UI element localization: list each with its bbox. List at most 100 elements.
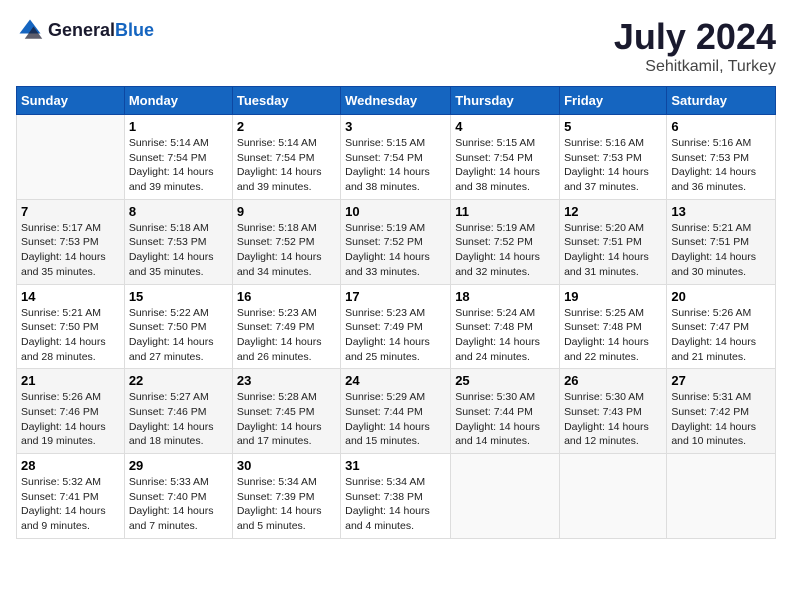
day-number: 3 xyxy=(345,119,446,134)
day-info: Sunrise: 5:29 AMSunset: 7:44 PMDaylight:… xyxy=(345,390,446,449)
day-cell: 7 Sunrise: 5:17 AMSunset: 7:53 PMDaylight… xyxy=(17,199,125,284)
day-info: Sunrise: 5:17 AMSunset: 7:53 PMDaylight:… xyxy=(21,221,120,280)
day-number: 10 xyxy=(345,204,446,219)
logo-icon xyxy=(16,16,44,44)
day-cell: 18 Sunrise: 5:24 AMSunset: 7:48 PMDayligh… xyxy=(451,284,560,369)
day-cell: 1Sunrise: 5:14 AMSunset: 7:54 PMDaylight… xyxy=(124,115,232,200)
day-number: 30 xyxy=(237,458,336,473)
day-number: 2 xyxy=(237,119,336,134)
day-info: Sunrise: 5:19 AMSunset: 7:52 PMDaylight:… xyxy=(345,221,446,280)
day-cell: 2 Sunrise: 5:14 AMSunset: 7:54 PMDaylight… xyxy=(232,115,340,200)
week-row-3: 14 Sunrise: 5:21 AMSunset: 7:50 PMDayligh… xyxy=(17,284,776,369)
logo-general-text: General xyxy=(48,20,115,40)
day-cell: 24 Sunrise: 5:29 AMSunset: 7:44 PMDayligh… xyxy=(341,369,451,454)
day-info: Sunrise: 5:18 AMSunset: 7:52 PMDaylight:… xyxy=(237,221,336,280)
day-number: 9 xyxy=(237,204,336,219)
day-cell: 12 Sunrise: 5:20 AMSunset: 7:51 PMDayligh… xyxy=(560,199,667,284)
day-number: 21 xyxy=(21,373,120,388)
day-info: Sunrise: 5:32 AMSunset: 7:41 PMDaylight:… xyxy=(21,475,120,534)
day-info: Sunrise: 5:15 AMSunset: 7:54 PMDaylight:… xyxy=(455,136,555,195)
day-cell: 9 Sunrise: 5:18 AMSunset: 7:52 PMDaylight… xyxy=(232,199,340,284)
day-info: Sunrise: 5:26 AMSunset: 7:46 PMDaylight:… xyxy=(21,390,120,449)
day-number: 17 xyxy=(345,289,446,304)
day-info: Sunrise: 5:20 AMSunset: 7:51 PMDaylight:… xyxy=(564,221,662,280)
day-number: 12 xyxy=(564,204,662,219)
day-info: Sunrise: 5:22 AMSunset: 7:50 PMDaylight:… xyxy=(129,306,228,365)
day-info: Sunrise: 5:28 AMSunset: 7:45 PMDaylight:… xyxy=(237,390,336,449)
day-info: Sunrise: 5:34 AMSunset: 7:38 PMDaylight:… xyxy=(345,475,446,534)
day-number: 28 xyxy=(21,458,120,473)
day-number: 27 xyxy=(671,373,771,388)
day-cell: 4 Sunrise: 5:15 AMSunset: 7:54 PMDaylight… xyxy=(451,115,560,200)
day-info: Sunrise: 5:34 AMSunset: 7:39 PMDaylight:… xyxy=(237,475,336,534)
week-row-4: 21 Sunrise: 5:26 AMSunset: 7:46 PMDayligh… xyxy=(17,369,776,454)
day-cell xyxy=(451,454,560,539)
day-header-thursday: Thursday xyxy=(451,87,560,115)
day-cell: 31Sunrise: 5:34 AMSunset: 7:38 PMDayligh… xyxy=(341,454,451,539)
day-cell: 23 Sunrise: 5:28 AMSunset: 7:45 PMDayligh… xyxy=(232,369,340,454)
day-number: 14 xyxy=(21,289,120,304)
day-header-monday: Monday xyxy=(124,87,232,115)
day-info: Sunrise: 5:27 AMSunset: 7:46 PMDaylight:… xyxy=(129,390,228,449)
day-info: Sunrise: 5:24 AMSunset: 7:48 PMDaylight:… xyxy=(455,306,555,365)
day-cell: 16 Sunrise: 5:23 AMSunset: 7:49 PMDayligh… xyxy=(232,284,340,369)
day-header-tuesday: Tuesday xyxy=(232,87,340,115)
day-cell xyxy=(17,115,125,200)
day-info: Sunrise: 5:16 AMSunset: 7:53 PMDaylight:… xyxy=(671,136,771,195)
day-info: Sunrise: 5:21 AMSunset: 7:50 PMDaylight:… xyxy=(21,306,120,365)
day-number: 7 xyxy=(21,204,120,219)
day-number: 5 xyxy=(564,119,662,134)
day-number: 20 xyxy=(671,289,771,304)
day-cell xyxy=(560,454,667,539)
title-area: July 2024 Sehitkamil, Turkey xyxy=(614,16,776,76)
day-number: 1 xyxy=(129,119,228,134)
day-info: Sunrise: 5:31 AMSunset: 7:42 PMDaylight:… xyxy=(671,390,771,449)
day-header-wednesday: Wednesday xyxy=(341,87,451,115)
day-cell: 14 Sunrise: 5:21 AMSunset: 7:50 PMDayligh… xyxy=(17,284,125,369)
day-info: Sunrise: 5:33 AMSunset: 7:40 PMDaylight:… xyxy=(129,475,228,534)
month-title: July 2024 xyxy=(614,16,776,58)
day-number: 22 xyxy=(129,373,228,388)
day-cell: 22 Sunrise: 5:27 AMSunset: 7:46 PMDayligh… xyxy=(124,369,232,454)
day-number: 13 xyxy=(671,204,771,219)
day-number: 15 xyxy=(129,289,228,304)
day-number: 4 xyxy=(455,119,555,134)
day-info: Sunrise: 5:18 AMSunset: 7:53 PMDaylight:… xyxy=(129,221,228,280)
day-cell: 8 Sunrise: 5:18 AMSunset: 7:53 PMDaylight… xyxy=(124,199,232,284)
day-number: 23 xyxy=(237,373,336,388)
day-number: 16 xyxy=(237,289,336,304)
day-info: Sunrise: 5:26 AMSunset: 7:47 PMDaylight:… xyxy=(671,306,771,365)
week-row-2: 7 Sunrise: 5:17 AMSunset: 7:53 PMDaylight… xyxy=(17,199,776,284)
day-cell: 25Sunrise: 5:30 AMSunset: 7:44 PMDayligh… xyxy=(451,369,560,454)
header-row: SundayMondayTuesdayWednesdayThursdayFrid… xyxy=(17,87,776,115)
day-info: Sunrise: 5:23 AMSunset: 7:49 PMDaylight:… xyxy=(237,306,336,365)
day-header-friday: Friday xyxy=(560,87,667,115)
day-number: 11 xyxy=(455,204,555,219)
day-info: Sunrise: 5:21 AMSunset: 7:51 PMDaylight:… xyxy=(671,221,771,280)
day-cell: 11Sunrise: 5:19 AMSunset: 7:52 PMDayligh… xyxy=(451,199,560,284)
logo: GeneralBlue xyxy=(16,16,154,44)
week-row-1: 1 Sunrise: 5:14 AMSunset: 7:54 PMDaylight… xyxy=(17,115,776,200)
day-cell: 26 Sunrise: 5:30 AMSunset: 7:43 PMDayligh… xyxy=(560,369,667,454)
day-cell xyxy=(667,454,776,539)
day-cell: 28 Sunrise: 5:32 AMSunset: 7:41 PMDayligh… xyxy=(17,454,125,539)
week-row-5: 28 Sunrise: 5:32 AMSunset: 7:41 PMDayligh… xyxy=(17,454,776,539)
day-info: Sunrise: 5:14 AMSunset: 7:54 PMDaylight:… xyxy=(237,136,336,195)
day-info: Sunrise: 5:25 AMSunset: 7:48 PMDaylight:… xyxy=(564,306,662,365)
day-number: 19 xyxy=(564,289,662,304)
day-cell: 13 Sunrise: 5:21 AMSunset: 7:51 PMDayligh… xyxy=(667,199,776,284)
day-number: 26 xyxy=(564,373,662,388)
day-info: Sunrise: 5:30 AMSunset: 7:43 PMDaylight:… xyxy=(564,390,662,449)
day-cell: 27 Sunrise: 5:31 AMSunset: 7:42 PMDayligh… xyxy=(667,369,776,454)
day-number: 29 xyxy=(129,458,228,473)
day-cell: 15 Sunrise: 5:22 AMSunset: 7:50 PMDayligh… xyxy=(124,284,232,369)
day-number: 8 xyxy=(129,204,228,219)
day-cell: 30 Sunrise: 5:34 AMSunset: 7:39 PMDayligh… xyxy=(232,454,340,539)
day-number: 24 xyxy=(345,373,446,388)
day-number: 25 xyxy=(455,373,555,388)
day-info: Sunrise: 5:15 AMSunset: 7:54 PMDaylight:… xyxy=(345,136,446,195)
day-cell: 17Sunrise: 5:23 AMSunset: 7:49 PMDayligh… xyxy=(341,284,451,369)
day-number: 18 xyxy=(455,289,555,304)
day-header-sunday: Sunday xyxy=(17,87,125,115)
day-info: Sunrise: 5:16 AMSunset: 7:53 PMDaylight:… xyxy=(564,136,662,195)
